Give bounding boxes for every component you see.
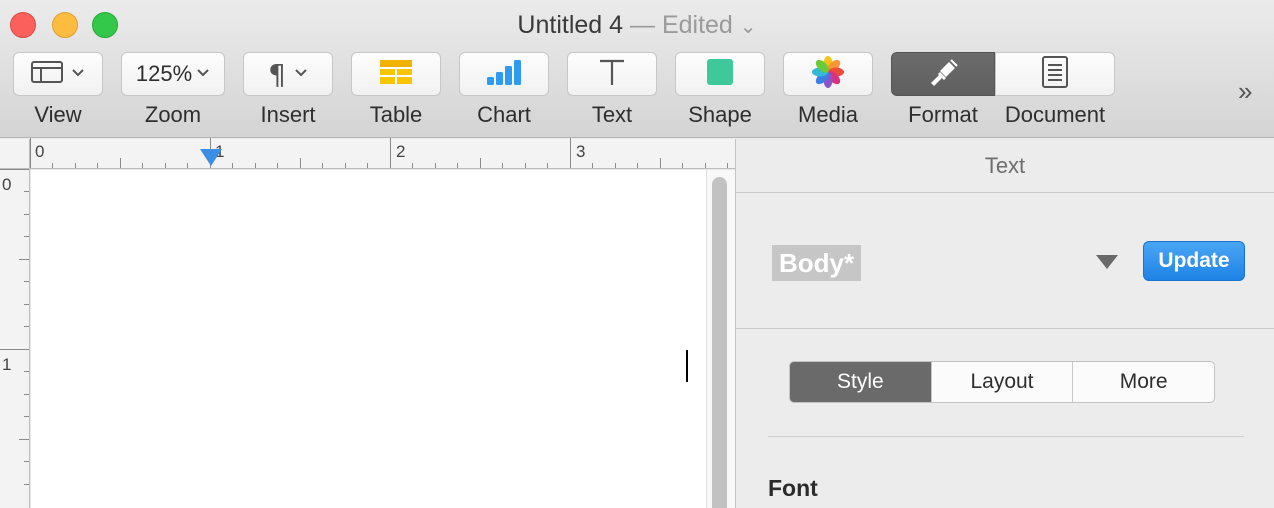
document-page[interactable] <box>31 170 706 508</box>
chart-icon <box>485 58 523 91</box>
chevron-down-icon <box>294 65 308 83</box>
paintbrush-icon <box>927 57 959 92</box>
toolbar-view[interactable]: View <box>13 52 103 132</box>
table-icon <box>379 59 413 90</box>
toolbar-text[interactable]: Text <box>567 52 657 132</box>
toolbar-table[interactable]: Table <box>351 52 441 132</box>
text-button[interactable] <box>567 52 657 96</box>
window-title[interactable]: Untitled 4 — Edited ⌄ <box>0 8 1274 44</box>
update-style-button[interactable]: Update <box>1143 241 1245 281</box>
tab-layout[interactable]: Layout <box>932 362 1074 402</box>
toolbar-format[interactable]: Format <box>891 52 995 132</box>
text-label: Text <box>591 102 633 127</box>
format-label: Format <box>908 102 978 127</box>
ruler-corner <box>0 139 30 169</box>
table-button[interactable] <box>351 52 441 96</box>
toolbar-media[interactable]: Media <box>783 52 873 132</box>
document-canvas: 0 1 2 3 0 1 <box>0 138 735 508</box>
view-icon <box>31 60 63 89</box>
format-button[interactable] <box>891 52 995 96</box>
toolbar-chart[interactable]: Chart <box>459 52 549 132</box>
toolbar-overflow-button[interactable]: » <box>1238 76 1253 107</box>
scrollbar-thumb[interactable] <box>712 177 727 508</box>
text-icon <box>597 57 627 92</box>
chart-button[interactable] <box>459 52 549 96</box>
vertical-ruler[interactable]: 0 1 <box>0 169 30 508</box>
media-label: Media <box>798 102 858 127</box>
section-divider <box>768 436 1244 437</box>
shape-button[interactable] <box>675 52 765 96</box>
tab-style[interactable]: Style <box>790 362 932 402</box>
zoom-label: Zoom <box>144 102 202 127</box>
table-label: Table <box>369 102 423 127</box>
indent-marker-icon[interactable] <box>200 149 222 166</box>
ruler-number: 3 <box>576 142 586 161</box>
toolbar-insert[interactable]: ¶ Insert <box>243 52 333 132</box>
document-label: Document <box>1004 102 1106 127</box>
ruler-number: 0 <box>35 142 45 161</box>
pilcrow-icon: ¶ <box>268 57 286 91</box>
sidebar-title[interactable]: Text <box>736 139 1274 193</box>
title-toolbar: Untitled 4 — Edited ⌄ View 125% Zoom ¶ I… <box>0 0 1274 138</box>
paragraph-style-row: Body* Update <box>736 193 1274 329</box>
style-dropdown-icon[interactable] <box>1096 255 1118 269</box>
shape-icon <box>706 58 734 91</box>
ruler-number: 0 <box>2 175 12 194</box>
document-title: Untitled 4 <box>517 11 624 39</box>
media-button[interactable] <box>783 52 873 96</box>
font-section-heading: Font <box>768 475 818 501</box>
toolbar-zoom[interactable]: 125% Zoom <box>121 52 225 132</box>
chevron-down-icon <box>196 65 210 83</box>
pages-window: Untitled 4 — Edited ⌄ View 125% Zoom ¶ I… <box>0 0 1274 508</box>
ruler-number: 2 <box>396 142 406 161</box>
zoom-select[interactable]: 125% <box>121 52 225 96</box>
tab-more[interactable]: More <box>1073 362 1214 402</box>
format-sidebar: Text Body* Update Style Layout More Font <box>735 139 1274 508</box>
chart-label: Chart <box>477 102 531 127</box>
media-icon <box>812 55 844 93</box>
insert-button[interactable]: ¶ <box>243 52 333 96</box>
view-button[interactable] <box>13 52 103 96</box>
document-icon <box>1041 55 1069 93</box>
title-chevron-icon[interactable]: ⌄ <box>740 16 757 38</box>
edited-status: — Edited <box>630 11 733 39</box>
toolbar-document[interactable]: Document <box>995 52 1115 132</box>
paragraph-style-name[interactable]: Body* <box>772 245 862 281</box>
toolbar-shape[interactable]: Shape <box>675 52 765 132</box>
insert-label: Insert <box>260 102 316 127</box>
view-label: View <box>34 102 82 127</box>
ruler-number: 1 <box>2 355 12 374</box>
sidebar-tabs: Style Layout More <box>789 361 1215 403</box>
shape-label: Shape <box>688 102 752 127</box>
text-cursor <box>686 350 688 382</box>
document-button[interactable] <box>995 52 1115 96</box>
chevron-down-icon <box>71 65 85 83</box>
zoom-value: 125% <box>135 61 193 86</box>
horizontal-ruler[interactable]: 0 1 2 3 <box>30 138 735 169</box>
